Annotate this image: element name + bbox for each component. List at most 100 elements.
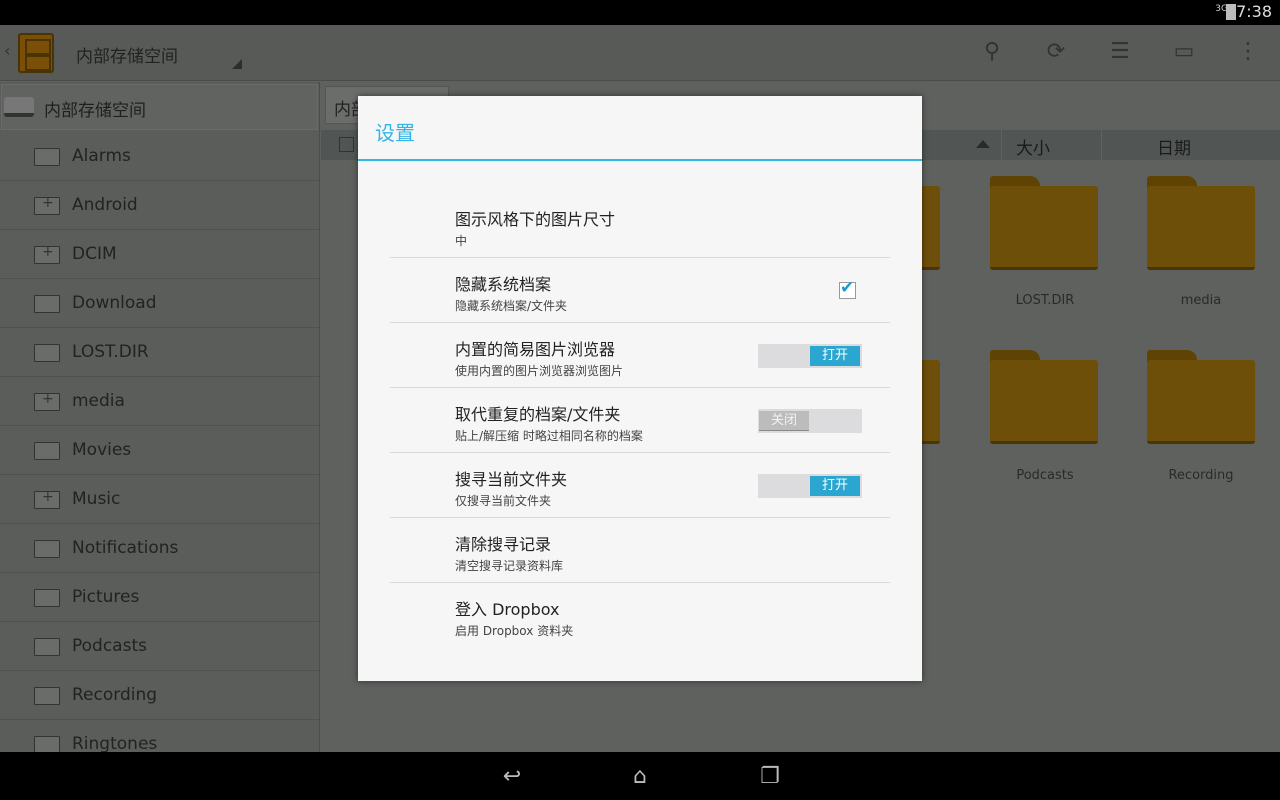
sidebar-item[interactable]: LOST.DIR bbox=[0, 328, 319, 377]
preference-item[interactable]: 内置的简易图片浏览器使用内置的图片浏览器浏览图片 打开 bbox=[390, 323, 890, 388]
sidebar-item-label: media bbox=[72, 391, 125, 411]
sidebar-item-label: DCIM bbox=[72, 244, 117, 264]
preference-title: 图示风格下的图片尺寸 bbox=[455, 210, 616, 229]
preference-summary: 清空搜寻记录资料库 bbox=[455, 559, 564, 573]
recent-apps-icon[interactable]: ❐ bbox=[750, 764, 790, 789]
preference-item[interactable]: 登入 Dropbox 启用 Dropbox 资料夹 bbox=[390, 583, 890, 648]
folder-icon[interactable] bbox=[1147, 350, 1255, 444]
grid-item-label[interactable]: Recording bbox=[1126, 468, 1276, 483]
folder-icon bbox=[34, 244, 60, 264]
grid-item-label[interactable]: LOST.DIR bbox=[970, 293, 1120, 308]
home-icon[interactable]: ⌂ bbox=[620, 764, 660, 789]
sidebar-item[interactable]: Pictures bbox=[0, 573, 319, 622]
folder-icon bbox=[34, 148, 60, 166]
sidebar-item-label: Movies bbox=[72, 440, 132, 460]
back-caret-icon[interactable]: ‹ bbox=[4, 41, 10, 60]
refresh-icon[interactable]: ⟳ bbox=[1042, 39, 1070, 67]
preference-summary: 隐藏系统档案/文件夹 bbox=[455, 299, 568, 313]
folder-icon[interactable] bbox=[990, 176, 1098, 270]
storage-label: 内部存储空间 bbox=[44, 101, 146, 121]
drive-icon bbox=[4, 97, 34, 117]
preference-title: 取代重复的档案/文件夹 bbox=[455, 405, 621, 424]
navigation-bar: ↩ ⌂ ❐ bbox=[0, 752, 1280, 800]
sidebar-item-label: Podcasts bbox=[72, 636, 147, 656]
sidebar-item[interactable]: Podcasts bbox=[0, 622, 319, 671]
settings-dialog: 设置 图示风格下的图片尺寸中隐藏系统档案隐藏系统档案/文件夹内置的简易图片浏览器… bbox=[358, 96, 922, 681]
sidebar-item-label: Recording bbox=[72, 685, 158, 705]
preference-item[interactable]: 搜寻当前文件夹仅搜寻当前文件夹 打开 bbox=[390, 453, 890, 518]
folder-icon bbox=[34, 540, 60, 558]
preference-summary: 仅搜寻当前文件夹 bbox=[455, 494, 552, 508]
preference-summary: 贴上/解压缩 时略过相同名称的档案 bbox=[455, 429, 643, 443]
sidebar-item[interactable]: Ringtones bbox=[0, 720, 319, 752]
toggle-switch[interactable]: 打开 bbox=[758, 344, 862, 368]
search-icon[interactable]: ⚲ bbox=[978, 39, 1006, 67]
folder-icon bbox=[34, 295, 60, 313]
preference-item[interactable]: 清除搜寻记录清空搜寻记录资料库 bbox=[390, 518, 890, 583]
grid-item-label[interactable]: media bbox=[1126, 293, 1276, 308]
sidebar-item-label: Notifications bbox=[72, 538, 179, 558]
location-dropdown[interactable]: 内部存储空间 bbox=[76, 42, 178, 67]
preference-title: 清除搜寻记录 bbox=[455, 535, 552, 554]
sidebar-storage-header[interactable]: 内部存储空间 bbox=[1, 84, 318, 130]
dropdown-triangle-icon bbox=[232, 59, 242, 69]
new-folder-icon[interactable]: ▭ bbox=[1170, 39, 1198, 67]
folder-icon bbox=[34, 344, 60, 362]
sidebar-item[interactable]: DCIM bbox=[0, 230, 319, 279]
select-all-checkbox[interactable] bbox=[339, 137, 354, 152]
sidebar-item-label: Download bbox=[72, 293, 157, 313]
sidebar-item-label: Ringtones bbox=[72, 734, 158, 752]
grid-item-label[interactable]: Podcasts bbox=[970, 468, 1120, 483]
list-view-icon[interactable]: ☰ bbox=[1106, 39, 1134, 67]
sidebar-item-label: Alarms bbox=[72, 146, 131, 166]
preference-title: 隐藏系统档案 bbox=[455, 275, 552, 294]
sidebar-item[interactable]: Android bbox=[0, 181, 319, 230]
sidebar-item[interactable]: Movies bbox=[0, 426, 319, 475]
sidebar-item-label: Music bbox=[72, 489, 121, 509]
action-bar: ‹ 内部存储空间 ⚲ ⟳ ☰ ▭ ⋮ bbox=[0, 25, 1280, 81]
battery-icon bbox=[1226, 4, 1236, 20]
folder-icon[interactable] bbox=[1147, 176, 1255, 270]
column-size[interactable]: 大小 bbox=[1016, 134, 1050, 159]
sidebar-item[interactable]: Alarms bbox=[0, 132, 319, 181]
sidebar: 内部存储空间 Alarms Android DCIM Download LOST.DIR… bbox=[0, 82, 320, 752]
checkbox[interactable] bbox=[839, 278, 856, 299]
preference-title: 内置的简易图片浏览器 bbox=[455, 340, 616, 359]
sort-ascending-icon[interactable] bbox=[976, 140, 990, 148]
preference-summary: 启用 Dropbox 资料夹 bbox=[455, 624, 574, 638]
folder-icon bbox=[34, 687, 60, 705]
column-date[interactable]: 日期 bbox=[1157, 134, 1191, 159]
preference-title: 搜寻当前文件夹 bbox=[455, 470, 568, 489]
sidebar-item[interactable]: media bbox=[0, 377, 319, 426]
sidebar-item-label: Android bbox=[72, 195, 138, 215]
status-bar: 3G 7:38 bbox=[0, 0, 1280, 25]
preference-summary: 中 bbox=[455, 234, 468, 248]
folder-icon bbox=[34, 489, 60, 509]
folder-icon bbox=[34, 736, 60, 752]
sidebar-item-label: LOST.DIR bbox=[72, 342, 149, 362]
folder-icon bbox=[34, 391, 60, 411]
folder-icon bbox=[34, 638, 60, 656]
toggle-state: 打开 bbox=[810, 346, 860, 366]
clock: 7:38 bbox=[1236, 2, 1272, 21]
folder-icon bbox=[34, 195, 60, 215]
toggle-switch[interactable]: 打开 bbox=[758, 474, 862, 498]
toggle-switch[interactable]: 关闭 bbox=[758, 409, 862, 433]
preference-item[interactable]: 图示风格下的图片尺寸中 bbox=[390, 193, 890, 258]
folder-icon bbox=[34, 442, 60, 460]
dialog-title: 设置 bbox=[375, 121, 415, 145]
toggle-state: 关闭 bbox=[759, 411, 809, 431]
sidebar-item[interactable]: Music bbox=[0, 475, 319, 524]
sidebar-item-label: Pictures bbox=[72, 587, 140, 607]
back-icon[interactable]: ↩ bbox=[492, 764, 532, 789]
overflow-menu-icon[interactable]: ⋮ bbox=[1234, 39, 1262, 67]
preference-title: 登入 Dropbox bbox=[455, 600, 560, 619]
preference-item[interactable]: 隐藏系统档案隐藏系统档案/文件夹 bbox=[390, 258, 890, 323]
sidebar-item[interactable]: Recording bbox=[0, 671, 319, 720]
sidebar-item[interactable]: Notifications bbox=[0, 524, 319, 573]
app-icon[interactable] bbox=[18, 33, 54, 73]
preference-summary: 使用内置的图片浏览器浏览图片 bbox=[455, 364, 624, 378]
sidebar-item[interactable]: Download bbox=[0, 279, 319, 328]
folder-icon[interactable] bbox=[990, 350, 1098, 444]
preference-item[interactable]: 取代重复的档案/文件夹贴上/解压缩 时略过相同名称的档案 关闭 bbox=[390, 388, 890, 453]
